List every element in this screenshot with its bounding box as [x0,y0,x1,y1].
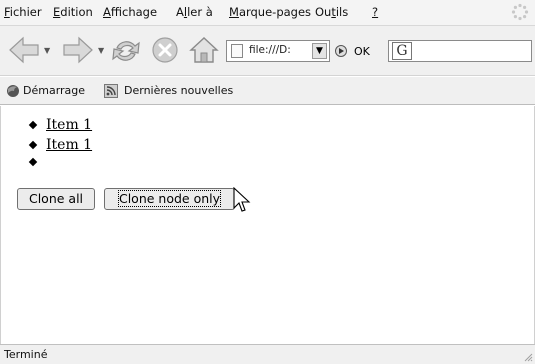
firefox-icon [7,85,19,97]
go-icon[interactable] [335,45,347,57]
page-content: Item 1 Item 1 Clone all Clone node only [0,106,535,344]
menu-marque-pages-accel: M [229,5,239,19]
list-item-link[interactable]: Item 1 [46,117,92,133]
menu-fichier[interactable]: Fichier [4,5,42,19]
item-list: Item 1 Item 1 [28,116,92,170]
menu-aller-pre: A [176,5,184,19]
search-bar[interactable]: G [388,40,532,62]
bookmark-dernieres-nouvelles[interactable]: Dernières nouvelles [124,84,233,97]
menu-aller[interactable]: Aller à [176,5,213,19]
go-button-label[interactable]: OK [354,45,370,58]
bullet-icon [28,157,38,167]
bookmarks-toolbar: Démarrage Dernières nouvelles [0,77,535,105]
menu-marque-pages-label: arque-pages [238,5,312,19]
menu-outils-pre: Ou [315,5,332,19]
bullet-icon [28,140,38,150]
menu-affichage-accel: A [103,5,111,19]
back-dropdown-icon[interactable]: ▼ [44,46,50,55]
menu-edition-label: dition [60,5,93,19]
reload-icon[interactable] [110,35,142,67]
forward-icon[interactable] [62,35,94,65]
clone-node-only-button[interactable]: Clone node only [104,188,235,210]
url-input[interactable]: file:///D: [249,44,291,56]
stop-icon[interactable] [150,35,180,65]
url-bar[interactable]: file:///D: ▼ [226,40,330,62]
menu-bar: Fichier Edition Affichage Aller à Marque… [0,0,535,26]
clone-node-only-label: Clone node only [117,190,222,207]
url-dropdown-icon[interactable]: ▼ [312,43,327,59]
forward-dropdown-icon[interactable]: ▼ [98,46,104,55]
page-icon [231,44,243,58]
clone-all-button[interactable]: Clone all [17,188,95,210]
status-bar: Terminé [0,344,535,364]
menu-fichier-label: ichier [9,5,42,19]
bullet-icon [28,120,38,130]
menu-help-accel: ? [372,5,379,19]
menu-affichage-label: ffichage [110,5,158,19]
throbber-icon [511,3,529,21]
menu-affichage[interactable]: Affichage [103,5,157,19]
menu-help[interactable]: ? [372,5,378,19]
status-text: Terminé [4,348,48,361]
menu-outils[interactable]: Outils [315,5,348,19]
list-item: Item 1 [28,116,92,136]
mouse-cursor-icon [233,187,251,212]
navigation-toolbar: ▼ ▼ file:///D: ▼ OK G [0,26,535,76]
rss-icon [104,84,118,98]
list-item: Item 1 [28,136,92,156]
menu-outils-label: ils [335,5,349,19]
menu-marque-pages[interactable]: Marque-pages [229,5,311,19]
resize-grip-icon[interactable] [521,350,533,362]
menu-aller-label: ler à [187,5,213,19]
back-icon[interactable] [8,35,40,65]
home-icon[interactable] [188,35,220,65]
list-item-empty [28,156,92,170]
search-engine-icon[interactable]: G [392,42,412,60]
menu-edition[interactable]: Edition [53,5,93,19]
bookmark-demarrage[interactable]: Démarrage [23,84,85,97]
list-item-link[interactable]: Item 1 [46,137,92,153]
